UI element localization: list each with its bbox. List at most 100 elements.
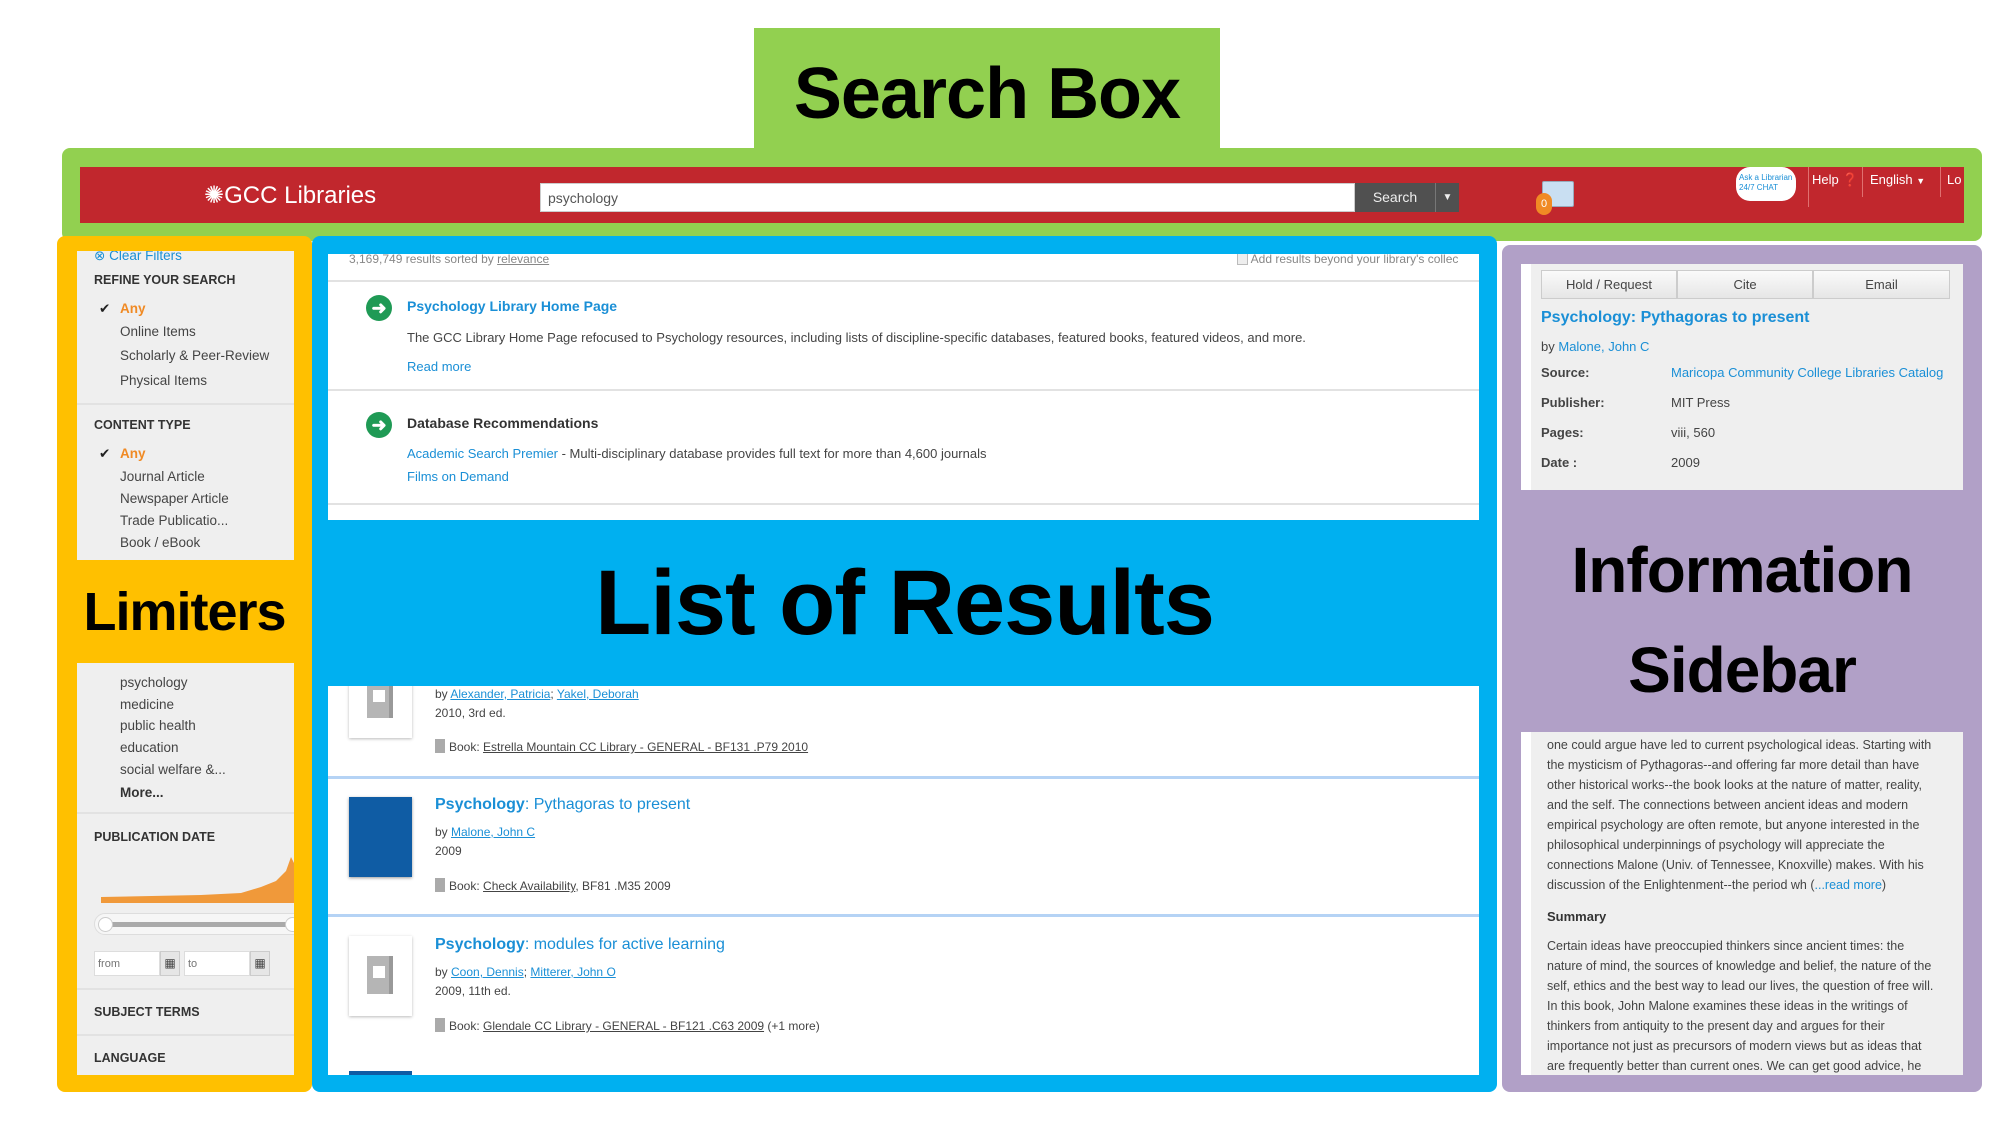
calendar-icon[interactable]: ▦ xyxy=(160,951,180,976)
text-line: empirical psychology are often remote, b… xyxy=(1547,818,1920,832)
folder-count-badge: 0 xyxy=(1536,193,1552,215)
paren: ) xyxy=(1881,878,1887,892)
beyond-collection-checkbox[interactable]: Add results beyond your library's collec xyxy=(1237,254,1458,266)
divider xyxy=(77,988,294,990)
search-button[interactable]: Search xyxy=(1355,183,1435,212)
cite-button[interactable]: Cite xyxy=(1677,270,1813,299)
divider xyxy=(328,776,1479,779)
field-label: Date : xyxy=(1541,455,1578,470)
content-type-heading: CONTENT TYPE xyxy=(94,418,191,432)
discipline-more[interactable]: More... xyxy=(120,785,164,800)
films-on-demand-link[interactable]: Films on Demand xyxy=(407,469,509,484)
filters-panel-bottom: psychology medicine public health educat… xyxy=(77,663,294,1075)
publication-date-histogram xyxy=(101,857,294,903)
arrow-right-icon: ➜ xyxy=(366,295,392,321)
slider-track xyxy=(107,922,294,927)
filter-online-items[interactable]: Online Items xyxy=(120,324,196,339)
filter-scholarly[interactable]: Scholarly & Peer-Review xyxy=(120,348,269,363)
palm-tree-icon: ✺ xyxy=(204,182,225,209)
result-title[interactable]: Psychology: modules for active learning xyxy=(435,936,725,954)
text-line: and the self. The connections between an… xyxy=(1547,798,1909,812)
book-icon xyxy=(435,878,445,892)
result-thumbnail[interactable] xyxy=(349,686,412,738)
slider-handle-start[interactable] xyxy=(98,917,113,932)
content-journal-article[interactable]: Journal Article xyxy=(120,469,205,484)
field-value: MIT Press xyxy=(1671,395,1730,410)
divider xyxy=(328,389,1479,391)
date-range-slider[interactable] xyxy=(94,913,294,935)
date-from-input[interactable] xyxy=(94,951,160,976)
result-holdings: Book: Glendale CC Library - GENERAL - BF… xyxy=(435,1018,820,1033)
header-bar: ✺GCC Libraries Search ▼ 0 Ask a Libraria… xyxy=(80,167,1964,223)
search-input[interactable] xyxy=(540,183,1355,212)
field-value: viii, 560 xyxy=(1671,425,1716,440)
recommendation-title[interactable]: Psychology Library Home Page xyxy=(407,298,617,314)
search-options-dropdown[interactable]: ▼ xyxy=(1435,183,1459,212)
language-heading[interactable]: LANGUAGE xyxy=(94,1051,166,1065)
ask-librarian-icon[interactable]: Ask a Librarian 24/7 CHAT xyxy=(1736,167,1796,201)
date-to-input[interactable] xyxy=(184,951,250,976)
checkbox[interactable] xyxy=(1237,254,1248,265)
result-edition: 2009, 11th ed. xyxy=(435,984,511,998)
result-thumbnail[interactable] xyxy=(349,936,412,1016)
field-label: Publisher: xyxy=(1541,395,1605,410)
discipline-education[interactable]: education xyxy=(120,740,179,755)
content-trade-publication[interactable]: Trade Publicatio... xyxy=(120,513,228,528)
divider xyxy=(328,280,1479,282)
filter-any[interactable]: Any xyxy=(120,301,146,316)
text-line: discussion of the Enlightenment--the per… xyxy=(1547,878,1886,892)
book-cover-image[interactable] xyxy=(349,797,412,877)
content-book[interactable]: Book / eBook xyxy=(120,535,200,550)
hold-request-button[interactable]: Hold / Request xyxy=(1541,270,1677,299)
caret-down-icon: ▼ xyxy=(1442,192,1453,203)
source-link[interactable]: Maricopa Community College Libraries Cat… xyxy=(1671,365,1943,380)
divider xyxy=(77,812,294,814)
email-button[interactable]: Email xyxy=(1813,270,1950,299)
text-line: nature of mind, the sources of knowledge… xyxy=(1547,959,1932,973)
subject-terms-heading[interactable]: SUBJECT TERMS xyxy=(94,1005,200,1019)
discipline-public-health[interactable]: public health xyxy=(120,718,196,733)
clear-filters-link[interactable]: ⊗ Clear Filters xyxy=(94,251,182,264)
summary-heading: Summary xyxy=(1547,909,1607,924)
help-link[interactable]: Help ❓ xyxy=(1812,167,1859,193)
text-line: In this book, John Malone examines these… xyxy=(1547,999,1908,1013)
logo[interactable]: ✺GCC Libraries xyxy=(204,181,376,210)
academic-search-premier-link[interactable]: Academic Search Premier xyxy=(407,446,558,461)
divider xyxy=(1940,167,1941,197)
divider xyxy=(1808,167,1809,207)
content-any[interactable]: Any xyxy=(120,446,146,461)
discipline-psychology[interactable]: psychology xyxy=(120,675,188,690)
text-line: self, ethics and the best way to lead ou… xyxy=(1547,979,1934,993)
filter-physical-items[interactable]: Physical Items xyxy=(120,373,207,388)
divider xyxy=(328,914,1479,917)
refine-heading: REFINE YOUR SEARCH xyxy=(94,273,236,287)
publication-date-heading: PUBLICATION DATE xyxy=(94,830,216,844)
discipline-medicine[interactable]: medicine xyxy=(120,697,174,712)
discipline-social-welfare[interactable]: social welfare &... xyxy=(120,762,226,777)
text-line: connections Malone (Univ. of Tennessee, … xyxy=(1547,858,1924,872)
limiters-annotation: Limiters xyxy=(83,582,286,642)
filters-panel-top: ⊗ Clear Filters REFINE YOUR SEARCH ✔ Any… xyxy=(77,251,294,560)
arrow-right-icon: ➜ xyxy=(366,412,392,438)
read-more-link[interactable]: ...read more xyxy=(1815,878,1882,892)
result-authors: by Alexander, Patricia; Yakel, Deborah xyxy=(435,687,639,701)
search-box-annotation: Search Box xyxy=(793,54,1181,134)
result-title[interactable]: Psychology: Pythagoras to present xyxy=(435,796,690,814)
information-sidebar-annotation: Information Sidebar xyxy=(1571,534,1914,706)
book-icon xyxy=(367,686,393,718)
language-dropdown[interactable]: English ▼ xyxy=(1870,167,1925,194)
results-count: 3,169,749 results sorted by relevance xyxy=(349,254,550,266)
text-line: other historical works--the book looks a… xyxy=(1547,778,1922,792)
slider-handle-end[interactable] xyxy=(285,917,294,932)
login-link[interactable]: Lo xyxy=(1947,167,1961,193)
sort-relevance-link[interactable]: relevance xyxy=(497,254,549,266)
record-title: Psychology: Pythagoras to present xyxy=(1541,309,1810,326)
next-result-thumbnail xyxy=(349,1071,412,1075)
read-more-link[interactable]: Read more xyxy=(407,359,471,374)
field-label: Source: xyxy=(1541,365,1590,380)
calendar-icon[interactable]: ▦ xyxy=(250,951,270,976)
recommendation-description: The GCC Library Home Page refocused to P… xyxy=(407,330,1306,345)
check-icon: ✔ xyxy=(99,446,111,461)
book-icon xyxy=(435,739,445,753)
content-newspaper-article[interactable]: Newspaper Article xyxy=(120,491,229,506)
